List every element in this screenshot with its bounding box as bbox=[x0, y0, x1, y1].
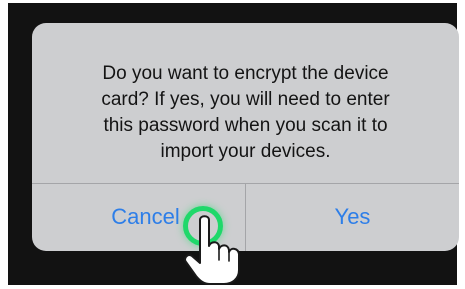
cancel-button-label: Cancel bbox=[111, 203, 180, 229]
dialog-message-line: Do you want to encrypt the device bbox=[102, 63, 389, 84]
yes-button-label: Yes bbox=[334, 203, 371, 229]
dialog-message-line: card? If yes, you will need to enter bbox=[101, 89, 390, 110]
hand-pointer-icon bbox=[184, 215, 240, 285]
yes-button[interactable]: Yes bbox=[246, 184, 459, 251]
dialog-message-line: this password when you scan it to bbox=[103, 115, 388, 136]
dialog-message-line: import your devices. bbox=[160, 141, 331, 162]
dialog-message: Do you want to encrypt the device card? … bbox=[52, 61, 439, 165]
